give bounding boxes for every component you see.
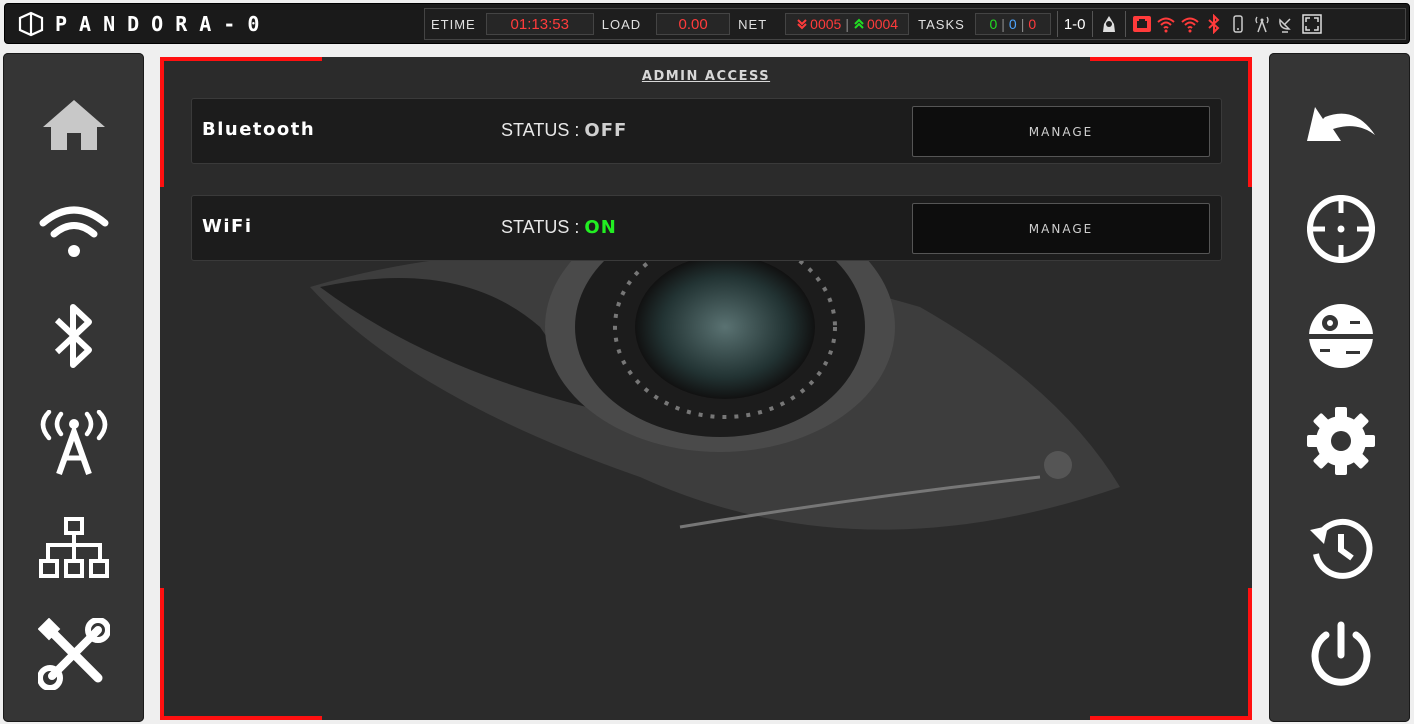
corner-bracket	[160, 716, 322, 720]
ethernet-icon[interactable]	[1132, 14, 1152, 34]
cube-logo-icon	[18, 11, 44, 36]
upload-chevrons-icon	[854, 18, 864, 29]
main-panel: ADMIN ACCESS Bluetooth STATUS : OFF MANA…	[160, 57, 1252, 720]
undo-icon	[1307, 107, 1375, 141]
net-up-value: 0004	[866, 16, 899, 32]
satellite-dish-icon[interactable]	[1276, 14, 1296, 34]
net-separator: |	[845, 16, 849, 32]
fullscreen-icon[interactable]	[1301, 14, 1322, 34]
tasks-label: TASKS	[918, 16, 965, 32]
tasks-failed: 0	[1028, 16, 1037, 32]
manage-wifi-button[interactable]: MANAGE	[912, 203, 1210, 254]
divider	[1124, 11, 1126, 37]
nav-tools-button[interactable]	[34, 614, 114, 694]
network-icon	[39, 517, 109, 578]
status-value: ON	[584, 217, 617, 238]
divider	[1091, 11, 1093, 37]
tasks-separator-1: |	[1001, 16, 1005, 32]
etime-value: 01:13:53	[485, 13, 594, 35]
right-nav-panel	[1269, 53, 1410, 722]
antenna-status-icon[interactable]	[1252, 14, 1272, 34]
service-status: STATUS : ON	[501, 217, 617, 238]
power-icon	[1311, 621, 1371, 686]
load-label: LOAD	[601, 16, 642, 32]
bluetooth-icon	[54, 304, 92, 368]
status-label: STATUS	[501, 217, 570, 237]
corner-bracket	[160, 588, 164, 720]
app-title: PANDORA-0	[55, 11, 272, 36]
status-separator: :	[574, 217, 580, 237]
status-separator: :	[574, 120, 580, 140]
service-row-wifi: WiFi STATUS : ON MANAGE	[191, 195, 1222, 261]
corner-bracket	[1248, 588, 1252, 720]
tools-icon	[38, 618, 110, 690]
corner-bracket	[160, 57, 322, 61]
net-label: NET	[738, 16, 768, 32]
tasks-separator-2: |	[1020, 16, 1025, 32]
download-chevrons-icon	[797, 19, 807, 30]
page-title: ADMIN ACCESS	[641, 69, 771, 84]
back-button[interactable]	[1301, 84, 1381, 164]
crosshair-icon	[1307, 195, 1375, 263]
power-button[interactable]	[1301, 616, 1381, 696]
corner-bracket	[1090, 57, 1252, 61]
etime-label: ETIME	[431, 16, 476, 32]
tasks-value: 0 | 0 | 0	[974, 13, 1051, 35]
service-name: WiFi	[202, 216, 253, 237]
gear-icon	[1307, 407, 1375, 475]
corner-bracket	[1090, 716, 1252, 720]
mode-indicator: 1-0	[1063, 15, 1086, 33]
net-down-value: 0005	[810, 16, 842, 32]
target-button[interactable]	[1301, 189, 1381, 269]
death-star-button[interactable]	[1301, 296, 1381, 376]
manage-bluetooth-button[interactable]: MANAGE	[912, 106, 1210, 157]
home-icon	[43, 100, 105, 150]
service-status: STATUS : OFF	[501, 120, 627, 141]
bluetooth-status-icon[interactable]	[1204, 14, 1224, 34]
service-name: Bluetooth	[202, 119, 316, 140]
status-label: STATUS	[501, 120, 570, 140]
phone-icon[interactable]	[1228, 14, 1248, 34]
nav-home-button[interactable]	[34, 85, 114, 165]
wifi-status-icon[interactable]	[1156, 14, 1176, 34]
tasks-queued: 0	[1008, 16, 1017, 32]
load-value: 0.00	[656, 13, 731, 35]
left-nav-panel	[3, 53, 144, 722]
death-star-icon	[1308, 304, 1374, 368]
nav-wifi-button[interactable]	[34, 191, 114, 271]
history-icon	[1310, 518, 1373, 579]
wifi-alt-status-icon[interactable]	[1180, 14, 1200, 34]
status-bar: ETIME 01:13:53 LOAD 0.00 NET 0005 | 0004…	[424, 8, 1406, 40]
wifi-icon	[39, 206, 109, 257]
status-value: OFF	[584, 120, 628, 141]
nav-bluetooth-button[interactable]	[34, 296, 114, 376]
tasks-running: 0	[989, 16, 998, 32]
brand: PANDORA-0	[17, 11, 271, 37]
net-value: 0005 | 0004	[785, 13, 910, 35]
radio-tower-icon	[40, 410, 108, 476]
nav-radio-tower-button[interactable]	[34, 403, 114, 483]
hacker-user-icon[interactable]	[1099, 14, 1119, 34]
settings-button[interactable]	[1301, 401, 1381, 481]
nav-network-button[interactable]	[34, 508, 114, 588]
history-button[interactable]	[1301, 509, 1381, 589]
top-bar: PANDORA-0 ETIME 01:13:53 LOAD 0.00 NET 0…	[4, 3, 1410, 44]
divider	[1056, 11, 1058, 37]
service-row-bluetooth: Bluetooth STATUS : OFF MANAGE	[191, 98, 1222, 164]
